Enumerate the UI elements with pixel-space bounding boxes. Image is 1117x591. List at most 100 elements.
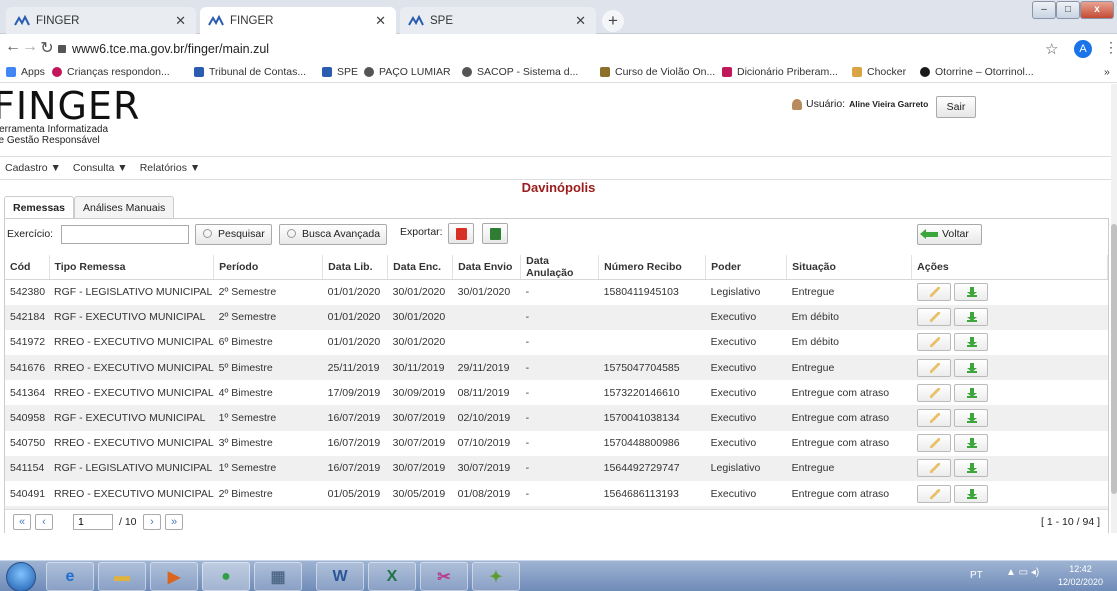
back-button[interactable]: Voltar <box>917 224 982 245</box>
download-button[interactable] <box>953 484 988 503</box>
bookmark-sacop[interactable]: SACOP - Sistema d... <box>462 66 578 78</box>
new-tab-button[interactable]: + <box>602 10 624 32</box>
col-data-anulacao[interactable]: Data Anulação <box>520 255 600 280</box>
tab-remessas[interactable]: Remessas <box>4 196 74 219</box>
table-row[interactable]: 542380 RGF - LEGISLATIVO MUNICIPAL 2º Seme… <box>5 280 1108 305</box>
chrome-taskbar-icon[interactable]: ● <box>202 562 250 591</box>
advanced-search-button[interactable]: Busca Avançada <box>279 224 388 245</box>
col-data-enc[interactable]: Data Enc. <box>387 255 454 280</box>
col-numero-recibo[interactable]: Número Recibo <box>598 255 707 280</box>
cell-data-envio: 02/10/2019 <box>452 405 521 431</box>
prev-page-button[interactable]: ‹ <box>35 514 53 530</box>
tab-analises-manuais[interactable]: Análises Manuais <box>74 196 174 218</box>
bookmark-apps[interactable]: Apps <box>6 66 45 78</box>
last-page-button[interactable]: » <box>165 514 183 530</box>
menu-cadastro[interactable]: Cadastro ▼ <box>5 162 61 174</box>
edit-button[interactable] <box>916 434 951 453</box>
download-button[interactable] <box>953 434 988 453</box>
bookmark-chocker[interactable]: Chocker <box>852 66 906 78</box>
download-button[interactable] <box>953 358 988 377</box>
col-cod[interactable]: Cód <box>5 255 50 280</box>
download-icon <box>966 463 977 474</box>
menu-relatorios[interactable]: Relatórios ▼ <box>140 162 201 174</box>
cell-data-lib: 01/01/2020 <box>322 304 388 330</box>
app-taskbar-icon[interactable]: ✦ <box>472 562 520 591</box>
menu-consulta[interactable]: Consulta ▼ <box>73 162 128 174</box>
edit-button[interactable] <box>916 484 951 503</box>
maximize-window-button[interactable]: □ <box>1056 1 1080 19</box>
close-tab-icon[interactable]: ✕ <box>575 13 586 29</box>
edit-button[interactable] <box>916 283 951 302</box>
table-row[interactable]: 540750 RREO - EXECUTIVO MUNICIPAL 3º Bimes… <box>5 431 1108 456</box>
paint-taskbar-icon[interactable]: ✂ <box>420 562 468 591</box>
bookmark-tribunal[interactable]: Tribunal de Contas... <box>194 66 306 78</box>
edit-button[interactable] <box>916 459 951 478</box>
profile-avatar[interactable]: A <box>1074 40 1092 58</box>
edit-button[interactable] <box>916 383 951 402</box>
reload-icon[interactable]: ↻ <box>37 38 57 58</box>
close-window-button[interactable]: x <box>1080 1 1114 19</box>
browser-tab-spe[interactable]: SPE ✕ <box>400 7 596 34</box>
start-button[interactable] <box>6 562 36 591</box>
col-situacao[interactable]: Situação <box>786 255 913 280</box>
scrollbar-thumb[interactable] <box>1111 224 1117 494</box>
minimize-window-button[interactable]: – <box>1032 1 1056 19</box>
table-row[interactable]: 541154 RGF - LEGISLATIVO MUNICIPAL 1º Seme… <box>5 455 1108 481</box>
col-data-envio[interactable]: Data Envio <box>452 255 522 280</box>
next-page-button[interactable]: › <box>143 514 161 530</box>
table-row[interactable]: 540491 RREO - EXECUTIVO MUNICIPAL 2º Bimes… <box>5 481 1108 506</box>
first-page-button[interactable]: « <box>13 514 31 530</box>
download-button[interactable] <box>953 283 988 302</box>
table-row[interactable]: 540958 RGF - EXECUTIVO MUNICIPAL 1º Semest… <box>5 405 1108 431</box>
page-number-input[interactable] <box>73 514 113 530</box>
close-tab-icon[interactable]: ✕ <box>175 13 186 29</box>
system-tray-icons[interactable]: ▲ ▭ ◂) <box>1006 567 1039 578</box>
download-button[interactable] <box>953 333 988 352</box>
bookmark-otorrine[interactable]: Otorrine – Otorrinol... <box>920 66 1034 78</box>
export-excel-button[interactable] <box>482 223 508 244</box>
export-pdf-button[interactable] <box>448 223 474 244</box>
download-button[interactable] <box>953 383 988 402</box>
bookmark-paco-lumiar[interactable]: PAÇO LUMIAR <box>364 66 451 78</box>
col-tipo-remessa[interactable]: Tipo Remessa <box>49 255 215 280</box>
download-button[interactable] <box>953 308 988 327</box>
address-bar[interactable]: www6.tce.ma.gov.br/finger/main.zul <box>58 39 1018 59</box>
col-poder[interactable]: Poder <box>705 255 788 280</box>
table-row[interactable]: 542184 RGF - EXECUTIVO MUNICIPAL 2º Semest… <box>5 304 1108 330</box>
edit-button[interactable] <box>916 333 951 352</box>
media-player-taskbar-icon[interactable]: ▶ <box>150 562 198 591</box>
explorer-taskbar-icon[interactable]: ▬ <box>98 562 146 591</box>
word-taskbar-icon[interactable]: W <box>316 562 364 591</box>
exercicio-input[interactable] <box>61 225 189 244</box>
close-tab-icon[interactable]: ✕ <box>375 13 386 29</box>
bookmark-spe[interactable]: SPE <box>322 66 358 78</box>
download-icon <box>966 438 977 449</box>
browser-menu-icon[interactable]: ⋮ <box>1104 39 1117 56</box>
bookmark-priberam[interactable]: Dicionário Priberam... <box>722 66 838 78</box>
page-scrollbar[interactable] <box>1111 84 1117 533</box>
edit-button[interactable] <box>916 358 951 377</box>
table-row[interactable]: 541676 RREO - EXECUTIVO MUNICIPAL 5º Bimes… <box>5 355 1108 381</box>
browser-tab-finger-1[interactable]: FINGER ✕ <box>6 7 196 34</box>
excel-taskbar-icon[interactable]: X <box>368 562 416 591</box>
more-bookmarks-icon[interactable]: » <box>1104 66 1110 78</box>
browser-tab-finger-2[interactable]: FINGER ✕ <box>200 7 396 34</box>
logout-button[interactable]: Sair <box>936 96 976 118</box>
edit-button[interactable] <box>916 409 951 428</box>
calculator-taskbar-icon[interactable]: ▦ <box>254 562 302 591</box>
table-row[interactable]: 541364 RREO - EXECUTIVO MUNICIPAL 4º Bimes… <box>5 380 1108 405</box>
cell-data-envio <box>452 304 521 330</box>
bookmark-star-icon[interactable]: ☆ <box>1045 40 1058 58</box>
edit-button[interactable] <box>916 308 951 327</box>
download-button[interactable] <box>953 459 988 478</box>
table-row[interactable]: 541972 RREO - EXECUTIVO MUNICIPAL 6º Bimes… <box>5 330 1108 355</box>
language-indicator[interactable]: PT <box>970 570 983 581</box>
ie-taskbar-icon[interactable]: e <box>46 562 94 591</box>
search-button[interactable]: Pesquisar <box>195 224 272 245</box>
download-button[interactable] <box>953 409 988 428</box>
bookmark-violao[interactable]: Curso de Violão On... <box>600 66 715 78</box>
taskbar-clock[interactable]: 12:42 12/02/2020 <box>1058 563 1103 589</box>
col-periodo[interactable]: Período <box>213 255 324 280</box>
col-data-lib[interactable]: Data Lib. <box>322 255 389 280</box>
bookmark-criancas[interactable]: Crianças respondon... <box>52 66 170 78</box>
